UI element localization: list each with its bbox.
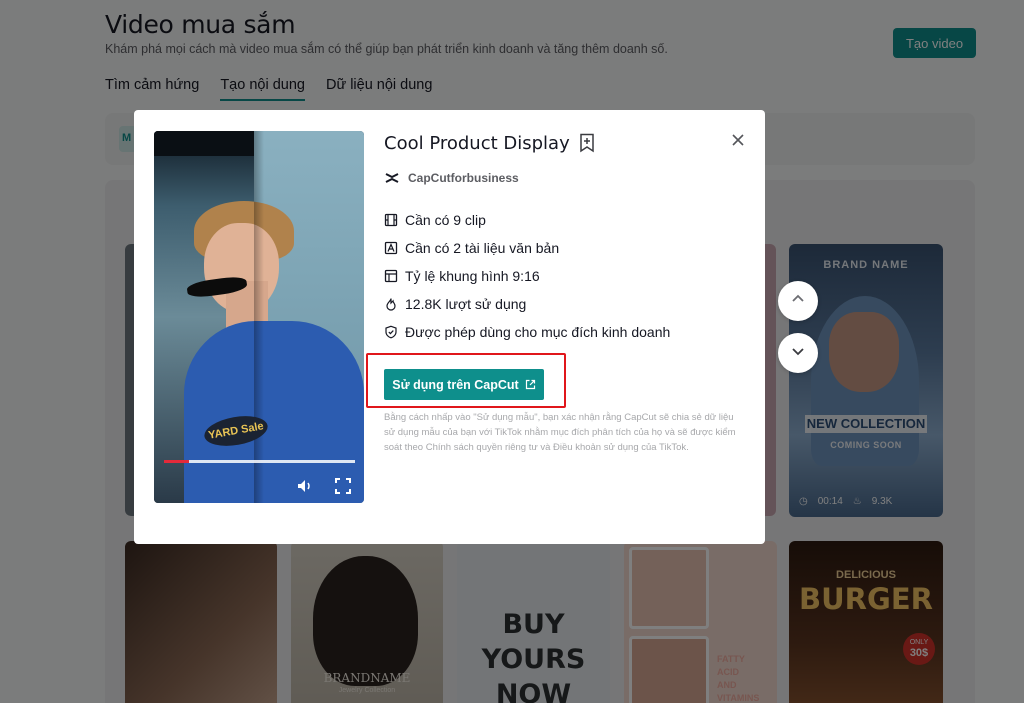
feature-text: Tỷ lệ khung hình 9:16 (405, 268, 540, 284)
feature-commercial: Được phép dùng cho mục đích kinh doanh (384, 318, 714, 346)
template-title: Cool Product Display (384, 132, 570, 154)
flame-icon (386, 298, 396, 311)
close-button[interactable] (726, 128, 750, 152)
feature-text: Được phép dùng cho mục đích kinh doanh (405, 324, 671, 340)
title-row: Cool Product Display (384, 128, 714, 158)
video-split (254, 131, 264, 503)
usage-disclaimer: Bằng cách nhấp vào "Sử dụng mẫu", bạn xá… (384, 412, 736, 453)
template-features: Cần có 9 clip Cần có 2 tài liệu văn bản … (384, 206, 714, 346)
chevron-down-icon (792, 347, 804, 355)
feature-text: Cần có 9 clip (405, 212, 486, 228)
feature-clips: Cần có 9 clip (384, 206, 714, 234)
use-on-capcut-button[interactable]: Sử dụng trên CapCut (384, 369, 544, 400)
template-info: Cool Product Display CapCutforbusiness C… (384, 128, 714, 346)
shield-check-icon (385, 325, 397, 339)
bookmark-icon[interactable] (578, 133, 596, 153)
feature-uses: 12.8K lượt sử dụng (384, 290, 714, 318)
chevron-up-icon (792, 294, 804, 302)
close-icon (732, 134, 744, 146)
feature-text-docs: Cần có 2 tài liệu văn bản (384, 234, 714, 262)
capcut-logo-icon (385, 173, 399, 183)
feature-text: 12.8K lượt sử dụng (405, 296, 527, 312)
aspect-ratio-icon (384, 269, 398, 283)
external-link-icon (525, 379, 535, 390)
fullscreen-icon[interactable] (334, 477, 352, 495)
template-author[interactable]: CapCutforbusiness (408, 171, 519, 185)
text-doc-icon (384, 241, 398, 255)
author-row: CapCutforbusiness (384, 168, 714, 188)
model-shirt (184, 321, 364, 503)
next-template-button[interactable] (778, 333, 818, 373)
video-frame (154, 131, 254, 156)
feature-aspect-ratio: Tỷ lệ khung hình 9:16 (384, 262, 714, 290)
film-icon (384, 213, 398, 227)
template-detail-modal: YARD Sale Cool Product Display CapCutfor… (134, 110, 765, 544)
previous-template-button[interactable] (778, 281, 818, 321)
video-progress-bar[interactable] (164, 460, 355, 463)
use-button-label: Sử dụng trên CapCut (392, 377, 519, 392)
video-preview[interactable]: YARD Sale (154, 131, 364, 503)
video-progress-fill (164, 460, 189, 463)
feature-text: Cần có 2 tài liệu văn bản (405, 240, 560, 256)
volume-icon[interactable] (296, 477, 314, 495)
